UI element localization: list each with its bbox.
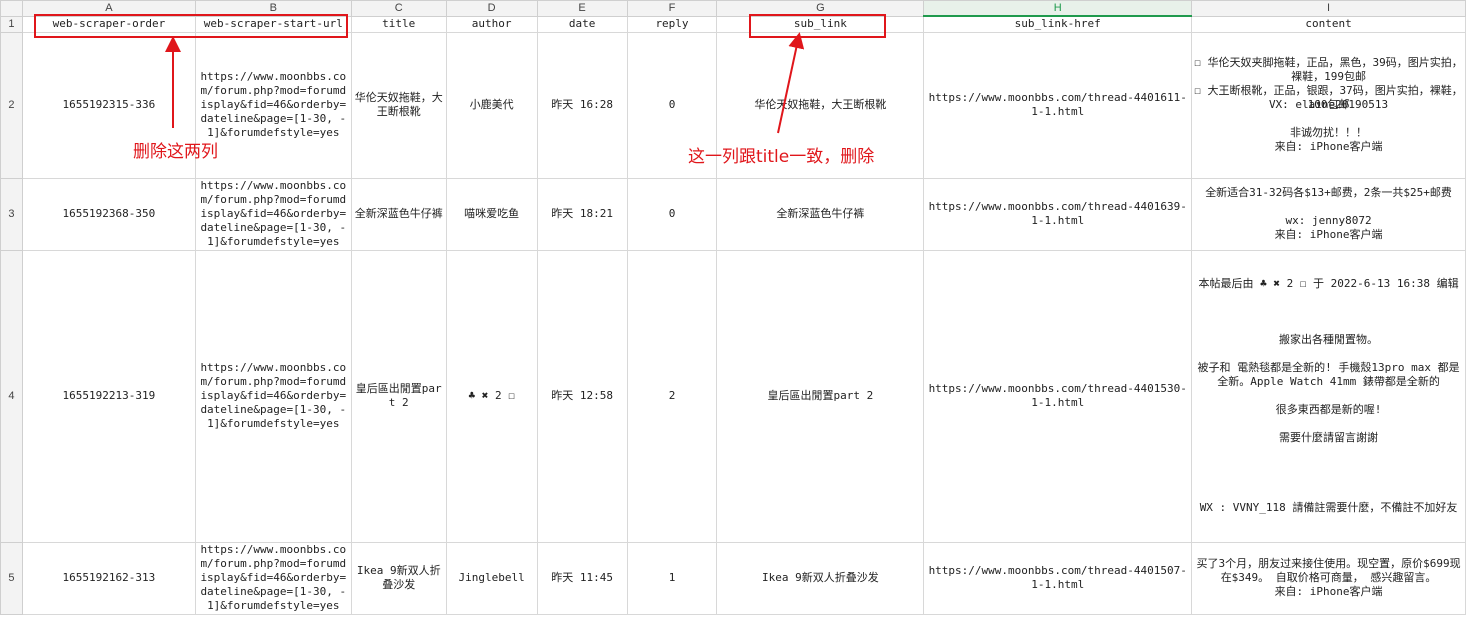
annotation-arrows — [165, 32, 805, 134]
arrow-right — [777, 32, 805, 134]
annotation-delete-two-columns: 删除这两列 — [133, 142, 218, 162]
annotation-delete-sublink-column: 这一列跟title一致，删除 — [688, 147, 875, 167]
